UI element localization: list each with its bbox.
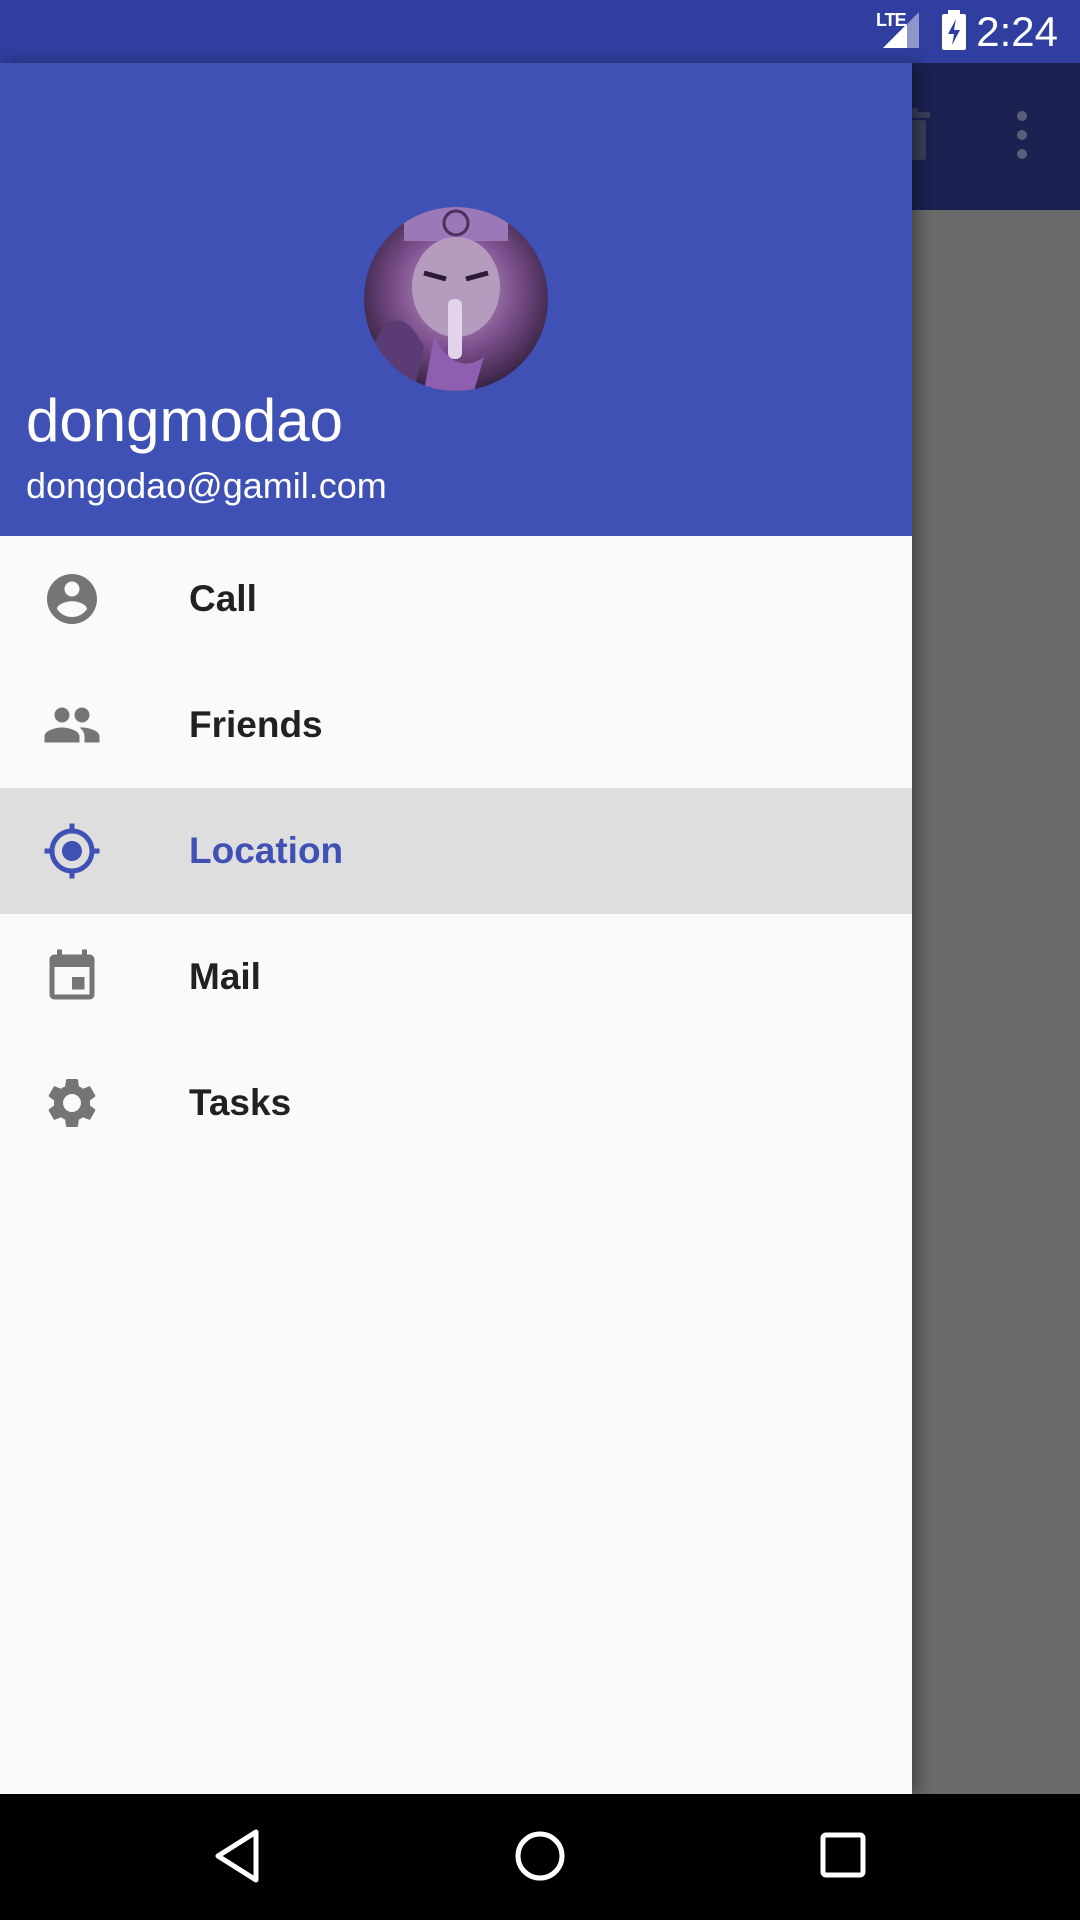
account-circle-icon	[47, 574, 97, 624]
calendar-icon	[49, 949, 95, 1000]
avatar-image	[364, 207, 548, 391]
user-email: dongodao@gamil.com	[26, 465, 387, 506]
drawer-menu: Call Friends Location Mail Tasks	[0, 536, 912, 1166]
menu-item-label: Call	[189, 578, 257, 619]
status-clock: 2:24	[976, 8, 1058, 55]
menu-item-label: Friends	[189, 704, 323, 745]
gear-icon	[48, 1079, 96, 1127]
my-location-icon	[44, 823, 100, 879]
user-name: dongmodao	[26, 387, 343, 454]
menu-item-location[interactable]: Location	[0, 788, 912, 914]
back-icon[interactable]	[212, 1828, 262, 1884]
recents-icon[interactable]	[818, 1828, 868, 1884]
system-nav-bar	[0, 1794, 1080, 1920]
group-icon	[44, 707, 100, 743]
lte-signal-icon	[883, 12, 919, 48]
drawer-header: dongmodao dongodao@gamil.com	[0, 63, 912, 536]
home-icon[interactable]	[514, 1828, 566, 1884]
more-vert-icon[interactable]	[1008, 110, 1036, 160]
menu-item-call[interactable]: Call	[0, 536, 912, 662]
menu-item-label: Mail	[189, 956, 261, 997]
menu-item-mail[interactable]: Mail	[0, 914, 912, 1040]
status-bar: LTE 2:24	[0, 0, 1080, 63]
navigation-drawer: dongmodao dongodao@gamil.com Call Friend…	[0, 63, 912, 1794]
menu-item-tasks[interactable]: Tasks	[0, 1040, 912, 1166]
battery-charging-icon	[942, 10, 966, 50]
menu-item-friends[interactable]: Friends	[0, 662, 912, 788]
avatar[interactable]	[364, 207, 548, 391]
menu-item-label: Tasks	[189, 1082, 292, 1123]
menu-item-label: Location	[189, 830, 344, 871]
